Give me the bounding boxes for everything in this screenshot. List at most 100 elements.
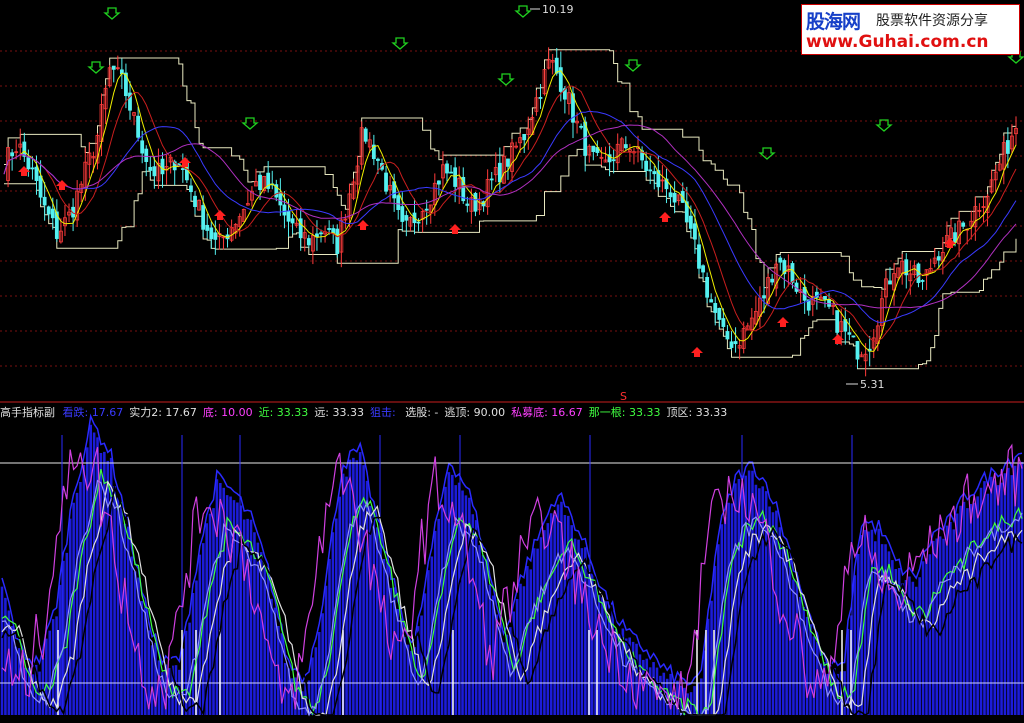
candle-body	[709, 299, 714, 303]
buy-signal-arrow	[777, 317, 789, 327]
candle-body	[705, 277, 710, 298]
legend-item: 顶区: 33.33	[666, 406, 728, 419]
buy-signal-arrow	[659, 212, 671, 222]
candle-body	[668, 192, 673, 198]
candle-body	[790, 263, 795, 283]
candle-body	[579, 125, 584, 128]
candle-body	[30, 167, 35, 170]
chart-canvas[interactable]: 10.19 5.31 S	[0, 0, 1024, 719]
candle-body	[648, 169, 653, 172]
candle-body	[26, 157, 31, 170]
candle-body	[400, 206, 405, 222]
legend-item: 近: 33.33	[258, 406, 309, 419]
sell-signal-arrow	[875, 119, 893, 132]
candle-body	[34, 166, 39, 181]
candle-body	[855, 341, 860, 360]
sell-signal-arrow	[624, 59, 642, 72]
legend-item: 那一根: 33.33	[588, 406, 661, 419]
candle-body	[258, 174, 262, 191]
buy-signal-arrow	[214, 210, 226, 220]
candle-body	[733, 341, 738, 345]
candle-body	[717, 308, 722, 320]
candle-body	[148, 166, 153, 171]
candle-body	[473, 192, 478, 212]
candle-body	[851, 335, 856, 338]
candle-body	[152, 166, 157, 177]
sell-signal-arrow	[103, 7, 121, 20]
candle-body	[10, 152, 15, 157]
candle-body	[205, 224, 210, 231]
candle-body	[136, 115, 141, 138]
candle-body	[290, 218, 295, 224]
candle-body	[22, 141, 27, 157]
candle-body	[465, 203, 470, 206]
candle-body	[453, 167, 458, 187]
candle-body	[396, 195, 401, 211]
candle-body	[538, 97, 543, 99]
ma-blue-line	[3, 110, 1017, 324]
candle-body	[961, 222, 966, 227]
candle-body	[693, 223, 697, 240]
candle-body	[416, 221, 421, 224]
candle-body	[319, 232, 323, 235]
stock-chart[interactable]: 10.19 5.31 S	[0, 0, 1024, 719]
candle-body	[42, 196, 47, 206]
candle-body	[936, 256, 941, 261]
candle-body	[888, 280, 892, 285]
candle-body	[1005, 140, 1010, 154]
candle-body	[449, 171, 453, 174]
candle-body	[424, 208, 429, 211]
candle-body	[209, 227, 214, 240]
candle-body	[672, 192, 677, 203]
candle-body	[701, 265, 705, 273]
ma-magenta-line	[3, 124, 1017, 309]
candle-body	[778, 257, 783, 263]
candle-body	[762, 295, 766, 299]
candle-body	[729, 341, 734, 348]
candle-body	[404, 215, 409, 221]
candle-body	[286, 210, 291, 222]
sell-signal-arrow	[758, 147, 776, 160]
candle-body	[445, 163, 449, 174]
candle-body	[827, 298, 831, 307]
candle-body	[697, 244, 701, 269]
buy-signal-arrow	[357, 220, 369, 230]
candle-body	[835, 310, 840, 333]
candle-body	[623, 144, 628, 149]
candle-body	[363, 128, 368, 142]
legend-item: 选股: -	[405, 406, 439, 419]
candle-body	[282, 204, 287, 216]
watermark-brand: 股海网	[806, 11, 861, 33]
candle-body	[920, 280, 925, 282]
buy-signal-arrow	[179, 157, 191, 167]
candle-body	[306, 238, 311, 246]
candle-body	[436, 180, 441, 185]
indicator-legend: 高手指标副 看跌: 17.67 实力2: 17.67 底: 10.00 近: 33.3…	[0, 404, 727, 420]
watermark-logo: 股海网 股票软件资源分享 www.Guhai.com.cn	[801, 4, 1020, 55]
candle-body	[213, 232, 218, 240]
candle-body	[847, 332, 852, 335]
candle-body	[611, 159, 616, 162]
sell-signal-arrow	[497, 73, 515, 86]
legend-item: 底: 10.00	[202, 406, 253, 419]
candle-body	[522, 133, 527, 141]
candle-body	[725, 331, 730, 340]
candle-body	[46, 206, 51, 215]
candle-body	[770, 278, 775, 283]
candle-body	[160, 158, 165, 175]
legend-item: 狙击:	[370, 406, 400, 419]
candle-body	[193, 195, 197, 207]
candle-body	[506, 158, 510, 167]
s-marker: S	[620, 390, 627, 403]
candle-body	[489, 178, 494, 181]
candle-body	[376, 158, 380, 161]
candle-body	[331, 228, 336, 233]
watermark-url: www.Guhai.com.cn	[806, 32, 989, 52]
legend-item: 实力2: 17.67	[129, 406, 197, 419]
ma-yellow-line	[3, 70, 1017, 352]
candle-body	[823, 296, 827, 300]
candle-body	[554, 57, 559, 74]
candle-body	[50, 208, 55, 219]
candle-body	[652, 171, 657, 175]
buy-signal-arrow	[56, 180, 68, 190]
